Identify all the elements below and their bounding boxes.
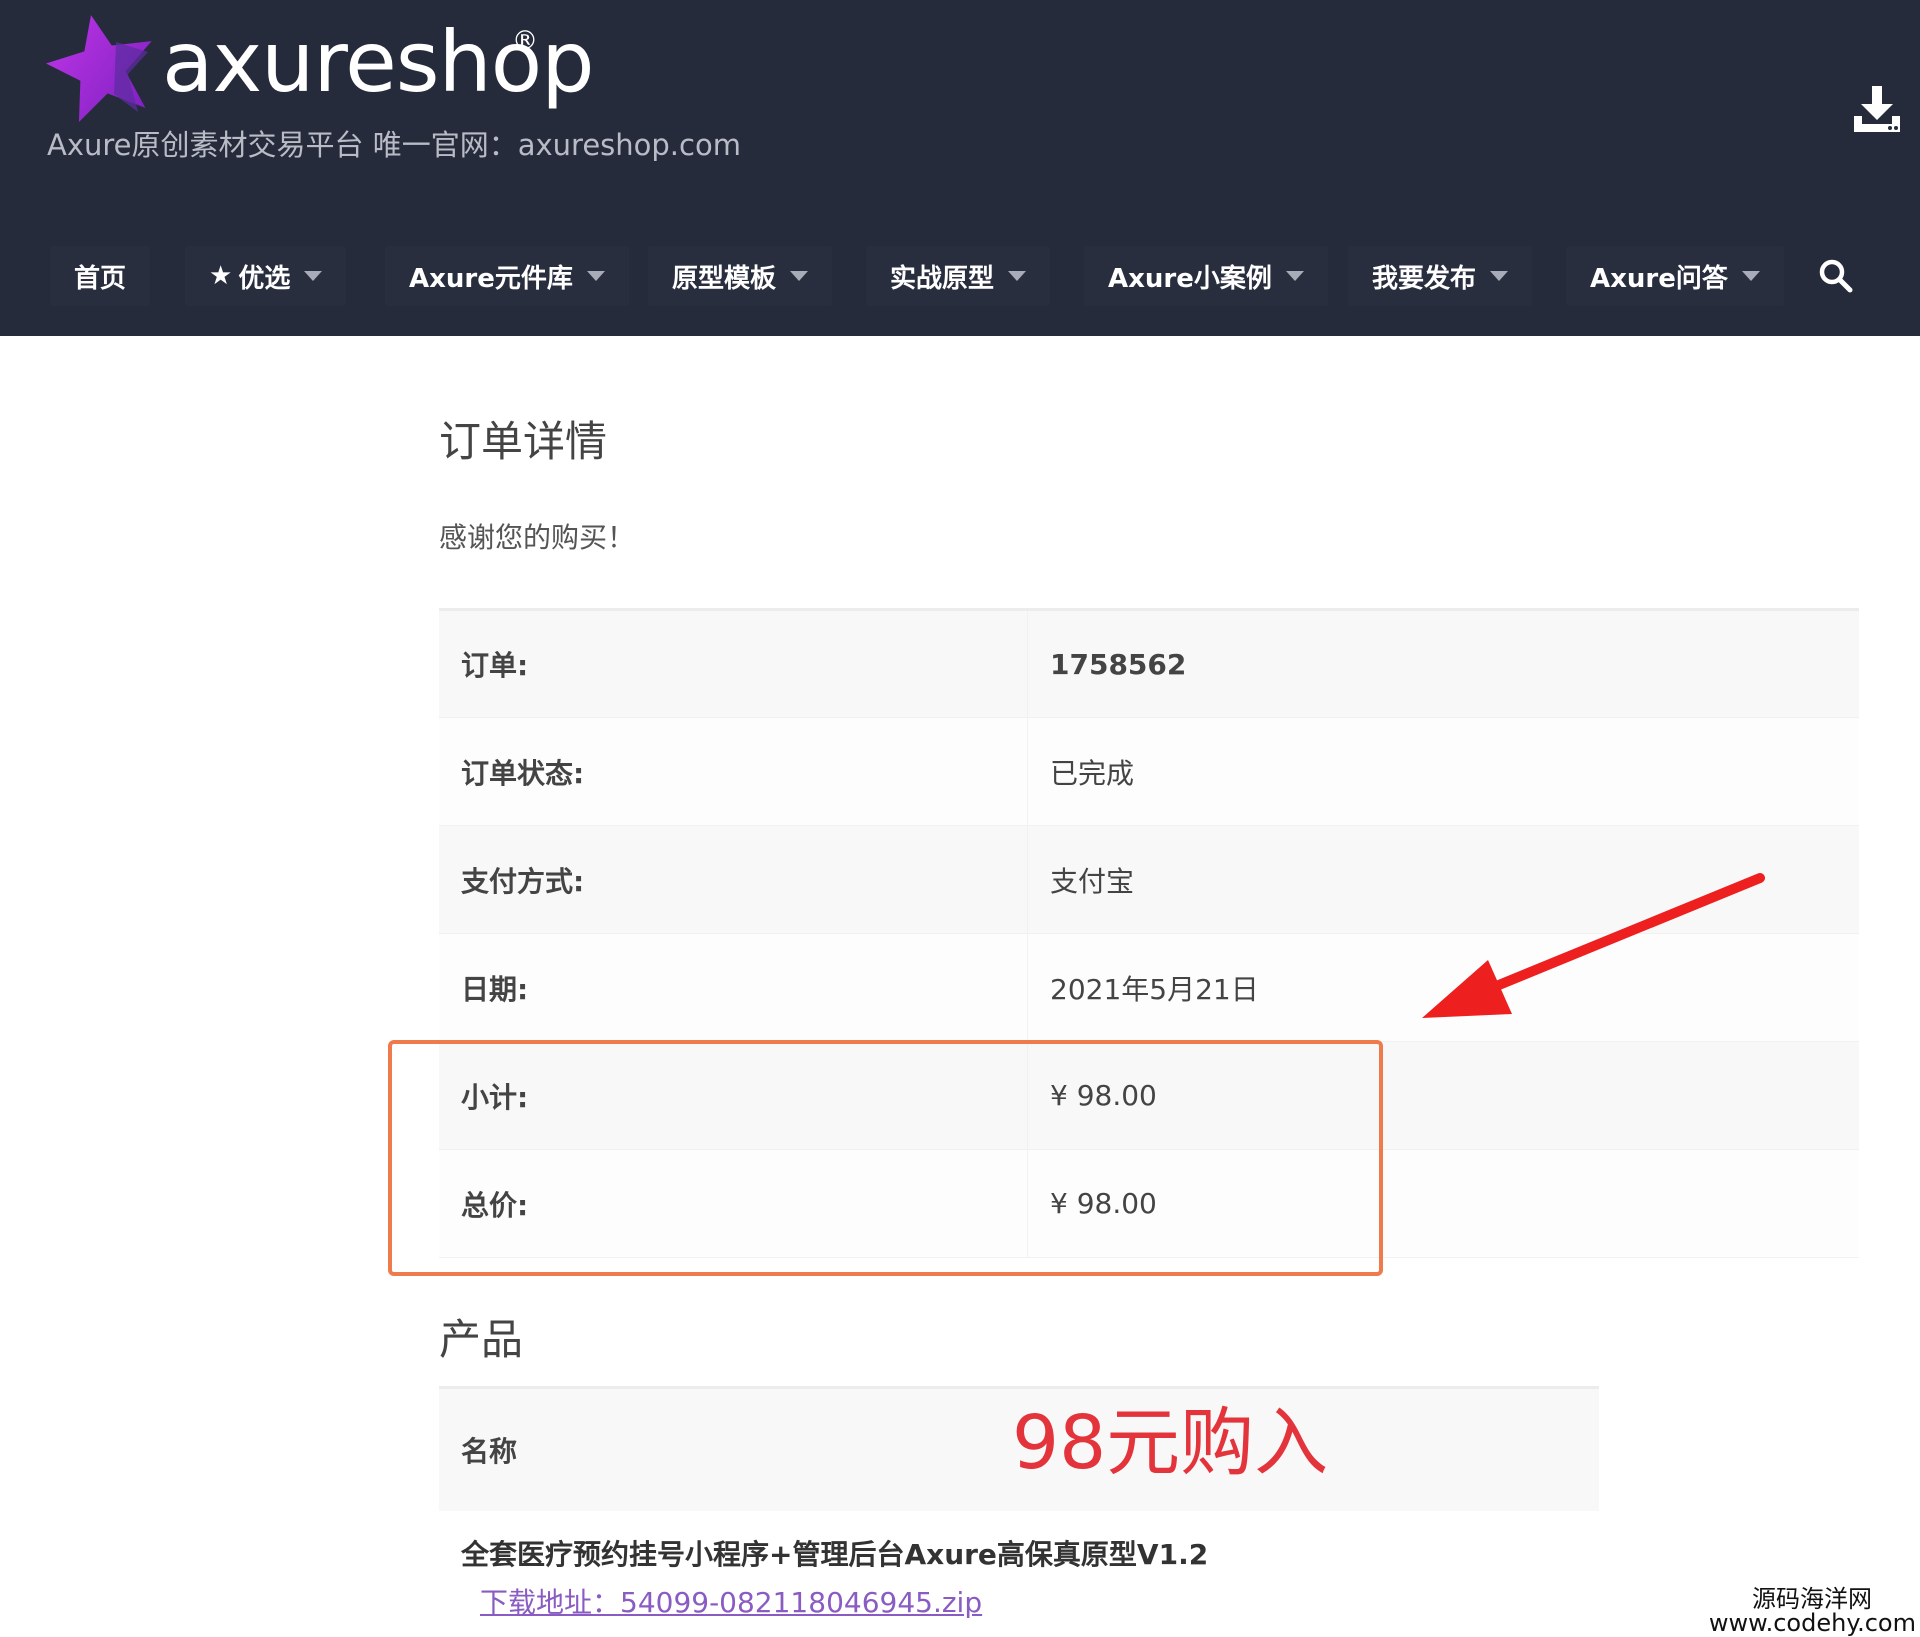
red-arrow-annotation (1422, 873, 1765, 1018)
order-row-number: 订单: 1758562 (439, 609, 1859, 718)
chevron-down-icon (586, 271, 605, 281)
watermark: 源码海洋网 www.codehy.com (1709, 1587, 1916, 1635)
nav-item-publish[interactable]: 我要发布 (1348, 246, 1533, 306)
nav-item-axure-qa[interactable]: Axure问答 (1566, 246, 1784, 306)
watermark-site-name: 源码海洋网 (1752, 1585, 1872, 1613)
row-label: 支付方式: (439, 825, 1028, 934)
site-header: axureshop ® Axure原创素材交易平台 唯一官网：axureshop… (0, 0, 1920, 336)
order-row-status: 订单状态: 已完成 (439, 717, 1859, 826)
download-icon[interactable] (1852, 86, 1902, 134)
nav-item-label: Axure问答 (1590, 263, 1728, 294)
nav-item-label: 原型模板 (672, 263, 777, 294)
chevron-down-icon (1741, 271, 1760, 281)
nav-item-label: 我要发布 (1372, 263, 1477, 294)
nav-item-templates[interactable]: 原型模板 (648, 246, 833, 306)
nav-item-practical-prototypes[interactable]: 实战原型 (866, 246, 1051, 306)
nav-item-label: 实战原型 (890, 263, 995, 294)
price-annotation: 98元购入 (1012, 1400, 1329, 1486)
chevron-down-icon (790, 271, 809, 281)
row-label: 订单: (439, 609, 1028, 718)
nav-item-axure-library[interactable]: Axure元件库 (385, 246, 629, 306)
order-number: 1758562 (1027, 609, 1859, 718)
price-highlight-box (388, 1040, 1383, 1276)
search-icon[interactable] (1818, 258, 1854, 294)
star-icon: ★ (209, 261, 233, 291)
page-title: 订单详情 (439, 417, 608, 466)
chevron-down-icon (1008, 271, 1027, 281)
column-header-name: 名称 (461, 1435, 518, 1468)
chevron-down-icon (304, 271, 323, 281)
chevron-down-icon (1490, 271, 1509, 281)
star-logo-icon[interactable] (44, 12, 160, 122)
row-label: 订单状态: (439, 717, 1028, 826)
registered-mark: ® (512, 26, 538, 56)
nav-item-label: Axure元件库 (409, 263, 573, 294)
nav-item-axure-cases[interactable]: Axure小案例 (1084, 246, 1328, 306)
thank-you-message: 感谢您的购买！ (439, 521, 636, 554)
nav-item-label: Axure小案例 (1108, 263, 1272, 294)
row-label: 日期: (439, 933, 1028, 1042)
order-status: 已完成 (1027, 717, 1859, 826)
nav-item-featured[interactable]: ★ 优选 (185, 246, 347, 306)
nav-item-label: 优选 (238, 263, 291, 294)
download-link[interactable]: 下载地址：54099-082118046945.zip (480, 1582, 982, 1624)
chevron-down-icon (1285, 271, 1304, 281)
nav-item-label: 首页 (74, 263, 127, 294)
site-tagline: Axure原创素材交易平台 唯一官网：axureshop.com (47, 128, 741, 162)
products-section-title: 产品 (439, 1315, 524, 1364)
watermark-url: www.codehy.com (1708, 1609, 1916, 1637)
product-name[interactable]: 全套医疗预约挂号小程序+管理后台Axure高保真原型V1.2 (461, 1534, 1208, 1576)
nav-item-home[interactable]: 首页 (50, 246, 151, 306)
